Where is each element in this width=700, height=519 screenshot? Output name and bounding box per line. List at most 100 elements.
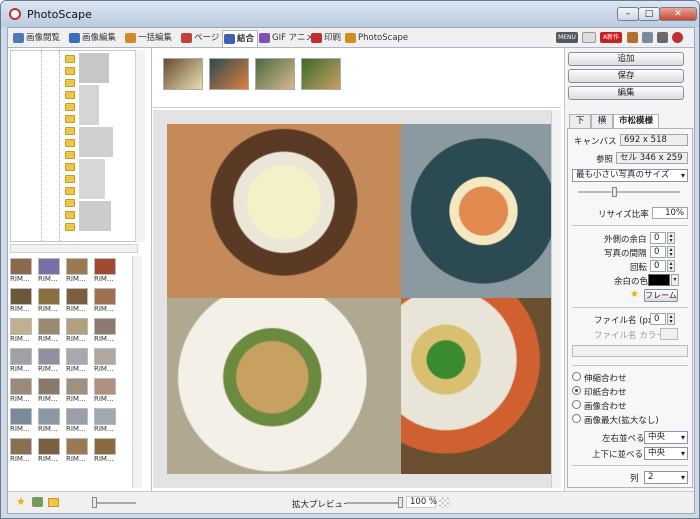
- thumbnail[interactable]: RIM...: [66, 318, 90, 344]
- folder-icon[interactable]: [627, 32, 638, 43]
- thumbnail[interactable]: RIM...: [10, 378, 34, 404]
- outer-margin-stepper[interactable]: ▴ ▾: [667, 232, 675, 244]
- thumbnail[interactable]: RIM...: [10, 408, 34, 434]
- reference-label: 参照: [596, 155, 614, 165]
- tab-gif[interactable]: GIF アニメ: [258, 30, 314, 47]
- favorite-star-icon[interactable]: ★: [16, 495, 26, 508]
- thumbnail[interactable]: RIM...: [10, 348, 34, 374]
- rotate-input[interactable]: 0: [650, 260, 666, 272]
- thumbnail[interactable]: RIM...: [38, 438, 62, 464]
- ad-button[interactable]: A新作: [600, 32, 622, 43]
- edit-button[interactable]: 編集: [568, 86, 684, 100]
- thumbnail[interactable]: RIM...: [38, 408, 62, 434]
- thumbnail[interactable]: RIM...: [94, 288, 118, 314]
- thumbnail[interactable]: RIM...: [94, 318, 118, 344]
- margin-color-dropdown[interactable]: ▾: [671, 274, 679, 286]
- copy-icon[interactable]: [642, 32, 653, 43]
- thumbnail-size-slider[interactable]: [92, 502, 136, 504]
- thumbnail[interactable]: RIM...: [38, 378, 62, 404]
- photo-cell-3[interactable]: [167, 298, 401, 474]
- outer-margin-input[interactable]: 0: [650, 232, 666, 244]
- photo-cell-4[interactable]: [401, 298, 551, 474]
- zoom-slider[interactable]: [346, 502, 402, 504]
- folder-tree[interactable]: [10, 50, 138, 242]
- thumbnail[interactable]: RIM...: [94, 378, 118, 404]
- thumbnail[interactable]: RIM...: [10, 288, 34, 314]
- tree-scrollbar[interactable]: [135, 50, 145, 242]
- thumbnail[interactable]: RIM...: [10, 258, 34, 284]
- resize-slider-thumb[interactable]: [612, 187, 617, 197]
- tab-batch[interactable]: 一括編集: [124, 30, 180, 47]
- save-button[interactable]: 保存: [568, 69, 684, 83]
- display-icon[interactable]: [582, 32, 596, 43]
- refresh-icon[interactable]: [32, 497, 43, 507]
- open-folder-icon[interactable]: [48, 498, 59, 507]
- preview-canvas[interactable]: [153, 110, 551, 488]
- thumbnail[interactable]: RIM...: [94, 348, 118, 374]
- thumbnail[interactable]: RIM...: [10, 318, 34, 344]
- combine-workspace: [153, 48, 561, 508]
- maximize-button[interactable]: □: [638, 7, 660, 21]
- strip-thumbnail[interactable]: [301, 58, 341, 90]
- size-mode-select[interactable]: 最も小さい写真のサイズ: [572, 169, 688, 182]
- tab-viewer[interactable]: 画像閲覧: [12, 30, 68, 47]
- tools-icon[interactable]: [657, 32, 668, 43]
- star-icon[interactable]: ★: [630, 289, 639, 300]
- strip-thumbnail[interactable]: [163, 58, 203, 90]
- checker-background-icon[interactable]: [439, 497, 450, 508]
- halign-select[interactable]: 中央: [644, 431, 688, 444]
- strip-thumbnail[interactable]: [209, 58, 249, 90]
- zoom-slider-thumb[interactable]: [398, 497, 403, 508]
- tab-page[interactable]: ページ: [180, 30, 224, 47]
- canvas-v-scrollbar[interactable]: [551, 110, 561, 488]
- thumbnail[interactable]: RIM...: [66, 288, 90, 314]
- close-button[interactable]: ✕: [659, 7, 697, 21]
- add-button[interactable]: 追加: [568, 52, 684, 66]
- photo-gap-input[interactable]: 0: [650, 246, 666, 258]
- thumbnail[interactable]: RIM...: [38, 288, 62, 314]
- tab-checkerboard[interactable]: 市松模様: [613, 114, 659, 128]
- thumbnail[interactable]: RIM...: [66, 378, 90, 404]
- help-icon[interactable]: [672, 32, 683, 43]
- filename-size-stepper[interactable]: ▴ ▾: [667, 313, 675, 325]
- filename-size-input[interactable]: 0: [650, 313, 666, 325]
- fit-max-radio[interactable]: [572, 414, 581, 423]
- thumbnail[interactable]: RIM...: [38, 348, 62, 374]
- tab-vertical[interactable]: 下: [569, 114, 591, 128]
- strip-thumbnail[interactable]: [255, 58, 295, 90]
- margin-color-swatch[interactable]: [648, 274, 670, 286]
- thumbnail[interactable]: RIM...: [38, 318, 62, 344]
- thumbnail[interactable]: RIM...: [38, 258, 62, 284]
- thumbnail[interactable]: RIM...: [66, 438, 90, 464]
- thumbnail[interactable]: RIM...: [66, 408, 90, 434]
- tab-print[interactable]: 印刷: [310, 30, 344, 47]
- tab-combine[interactable]: 結合: [222, 30, 258, 47]
- fit-image-radio[interactable]: [572, 400, 581, 409]
- tab-editor[interactable]: 画像編集: [68, 30, 124, 47]
- valign-select[interactable]: 中央: [644, 447, 688, 460]
- thumbnail[interactable]: RIM...: [10, 438, 34, 464]
- tree-h-scrollbar[interactable]: [10, 244, 138, 253]
- fit-stretch-radio[interactable]: [572, 372, 581, 381]
- thumbnail-scrollbar[interactable]: [132, 256, 142, 488]
- photo-cell-1[interactable]: [167, 124, 401, 298]
- thumbnail[interactable]: RIM...: [94, 438, 118, 464]
- columns-select[interactable]: 2: [644, 471, 688, 484]
- photo-gap-stepper[interactable]: ▴ ▾: [667, 246, 675, 258]
- thumbnail[interactable]: RIM...: [94, 258, 118, 284]
- thumbnail[interactable]: RIM...: [94, 408, 118, 434]
- resize-ratio-input[interactable]: 10%: [652, 207, 688, 219]
- thumbnail-size-thumb[interactable]: [92, 497, 97, 508]
- filename-color-select[interactable]: [660, 328, 678, 340]
- thumbnail[interactable]: RIM...: [66, 258, 90, 284]
- minimize-button[interactable]: –: [617, 7, 639, 21]
- rotate-stepper[interactable]: ▴ ▾: [667, 260, 675, 272]
- thumbnail[interactable]: RIM...: [66, 348, 90, 374]
- menu-button[interactable]: MENU: [556, 32, 578, 43]
- tab-horizontal[interactable]: 横: [591, 114, 613, 128]
- photo-cell-2[interactable]: [401, 124, 551, 298]
- frame-button[interactable]: フレーム: [644, 289, 678, 302]
- tab-photoscape[interactable]: PhotoScape: [344, 30, 408, 47]
- fit-paper-radio[interactable]: [572, 386, 581, 395]
- resize-slider[interactable]: [578, 191, 680, 193]
